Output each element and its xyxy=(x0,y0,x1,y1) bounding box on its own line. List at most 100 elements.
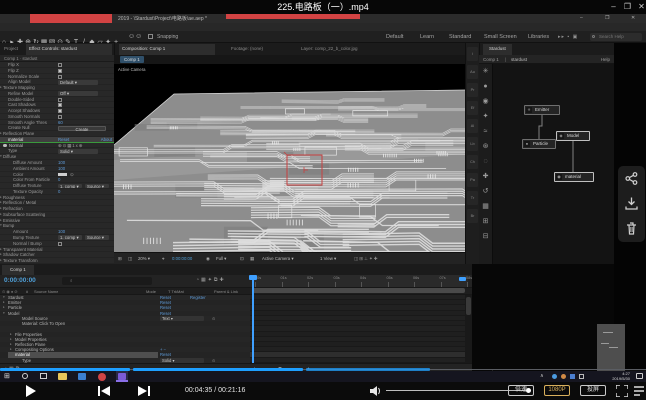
workspace-standard[interactable]: Standard xyxy=(449,31,471,43)
checkbox-unchecked[interactable] xyxy=(58,75,62,79)
workspace-extra-icons[interactable]: ▸▸ ▪ ▣ xyxy=(558,31,578,43)
checkbox-unchecked[interactable] xyxy=(58,98,62,102)
resolution-dropdown[interactable]: Full ▾ xyxy=(216,253,226,264)
maximize-button[interactable]: ❐ xyxy=(622,2,633,12)
delete-icon[interactable] xyxy=(618,216,645,241)
close-button[interactable]: ✕ xyxy=(636,2,646,12)
tab-effect-controls[interactable]: Effect Controls: stardust xyxy=(26,44,112,55)
task-view-icon[interactable] xyxy=(40,373,47,379)
cast-button[interactable]: 投屏 xyxy=(580,385,606,396)
collapsed-panel-tab[interactable]: Lb xyxy=(467,137,478,151)
parent-pickwhip-icon[interactable]: ⊙ xyxy=(212,316,216,321)
view-layout-dropdown[interactable]: 1 View ▾ xyxy=(320,253,336,264)
collapsed-panel-tab[interactable]: Au xyxy=(467,65,478,79)
timeline-ruler[interactable]: :00s01s02s03s04s05s06s07s08s xyxy=(252,275,468,287)
tab-project[interactable]: Project xyxy=(4,45,18,53)
checkbox-unchecked[interactable] xyxy=(58,63,62,67)
comp-subtab[interactable]: Comp 1 xyxy=(120,56,144,63)
volume-slider[interactable] xyxy=(386,390,528,391)
playhead[interactable] xyxy=(252,275,254,363)
workspace-small-screen[interactable]: Small Screen xyxy=(484,31,517,43)
row-dropdown[interactable]: Text ▾ xyxy=(160,316,204,321)
timeline-scrollbar[interactable] xyxy=(465,295,472,363)
ae-restore-button[interactable]: ❐ xyxy=(605,15,609,22)
channel-icon[interactable]: ▦ xyxy=(250,253,254,264)
effect-row-texture-transform[interactable]: ▸Texture Transform xyxy=(0,258,114,264)
volume-icon[interactable] xyxy=(370,386,381,396)
collapsed-panel-tab[interactable]: Ch xyxy=(467,155,478,169)
tab-footage[interactable]: Footage: (none) xyxy=(231,45,263,53)
workspace-default[interactable]: Default xyxy=(386,31,403,43)
tab-composition[interactable]: Composition: Comp 1 xyxy=(119,44,215,55)
camera-snapshot-icon[interactable]: ◉ xyxy=(206,253,210,264)
stardust-node-graph[interactable]: ✳●◉✦≈⊛◌✚↺▦⊞⊟ ✳Emitter●Particle◈Model◉mat… xyxy=(479,64,614,264)
node-emitter[interactable]: ✳Emitter xyxy=(524,105,560,115)
texture-layer-dropdown[interactable]: 1. comp ▾ xyxy=(58,235,82,240)
snapshot-icon[interactable]: ◫ xyxy=(128,253,132,264)
ae-close-button[interactable]: ✕ xyxy=(631,15,635,22)
download-icon[interactable] xyxy=(618,191,645,216)
tray-icon-1[interactable] xyxy=(552,374,557,379)
dropdown[interactable]: Solid ▾ xyxy=(58,149,98,154)
row-dropdown[interactable]: Solid ▾ xyxy=(160,358,204,363)
texture-source-dropdown[interactable]: Source ▾ xyxy=(85,235,109,240)
snapping-checkbox[interactable] xyxy=(148,34,153,39)
timeline-tab[interactable]: Comp 1 xyxy=(2,265,34,275)
checkbox-unchecked[interactable] xyxy=(58,115,62,119)
collapsed-panel-tab[interactable]: Al xyxy=(467,119,478,133)
tray-volume-icon[interactable] xyxy=(579,374,584,379)
previous-button[interactable] xyxy=(98,386,110,396)
fullscreen-icon[interactable] xyxy=(616,385,628,397)
collapsed-panel-tab[interactable]: Br xyxy=(467,209,478,223)
timeline-timecode[interactable]: 0:00:00:00 xyxy=(4,276,36,286)
workspace-learn[interactable]: Learn xyxy=(420,31,434,43)
tray-icon-2[interactable] xyxy=(561,374,566,379)
workspace-libraries[interactable]: Libraries xyxy=(528,31,549,43)
dropdown[interactable]: Off ▾ xyxy=(58,91,98,96)
reset-link[interactable]: Reset xyxy=(160,311,171,316)
blue-app-icon[interactable] xyxy=(78,373,86,380)
node-particle[interactable]: ●Particle xyxy=(522,139,556,149)
composition-viewport[interactable]: Active Camera xyxy=(114,64,465,252)
start-button-icon[interactable]: ⊞ xyxy=(4,372,10,381)
help-search-input[interactable]: Search Help xyxy=(590,33,642,41)
timeline-option-icons[interactable]: ◔▦✦⧉✚ xyxy=(196,277,226,283)
ae-minimize-button[interactable]: – xyxy=(580,15,583,22)
twirl-closed-icon[interactable]: ▸ xyxy=(0,258,2,264)
zoom-level-dropdown[interactable]: 20% ▾ xyxy=(138,253,150,264)
red-app-icon[interactable] xyxy=(98,373,106,381)
color-swatch[interactable] xyxy=(58,173,67,177)
active-app-highlight[interactable] xyxy=(116,371,128,382)
register-link[interactable]: Register xyxy=(190,295,206,300)
parent-pickwhip-icon[interactable]: ⊙ xyxy=(212,358,216,363)
quality-button[interactable]: 1080P xyxy=(544,385,570,396)
timeline-search-input[interactable]: ⌕ xyxy=(62,277,152,285)
collapsed-panel-tab[interactable]: Pr xyxy=(467,83,478,97)
search-icon[interactable] xyxy=(22,373,28,379)
playhead-handle[interactable] xyxy=(249,275,257,280)
dropdown[interactable]: Default ▾ xyxy=(58,80,98,85)
collapsed-panel-tab[interactable]: Pa xyxy=(467,173,478,187)
viewport-timecode[interactable]: 0:00:00:00 xyxy=(172,253,192,264)
collapsed-panel-tab[interactable]: Tr xyxy=(467,191,478,205)
viewport-extra-icons[interactable]: ◫ ⊞ ⊥ ✦ ✚ xyxy=(354,253,377,264)
transparency-grid-icon[interactable]: ⊡ xyxy=(240,253,244,264)
next-button[interactable] xyxy=(138,386,150,396)
align-tools-icons[interactable]: ☺☺ xyxy=(128,31,142,43)
minimize-button[interactable]: – xyxy=(608,2,619,12)
share-icon[interactable] xyxy=(618,166,645,191)
work-area-end-handle[interactable] xyxy=(459,277,466,281)
checkbox-checked[interactable] xyxy=(58,103,62,107)
grid-options-icon[interactable]: ⊞ xyxy=(118,253,122,264)
checkbox-checked[interactable] xyxy=(58,69,62,73)
node-model[interactable]: ◈Model xyxy=(556,131,590,141)
speed-button[interactable]: 倍速 xyxy=(508,385,534,396)
checkbox-unchecked[interactable] xyxy=(58,242,62,246)
tray-chevron-icon[interactable]: ∧ xyxy=(540,373,544,379)
playlist-icon[interactable] xyxy=(634,386,644,396)
work-area-bar[interactable] xyxy=(252,288,465,293)
play-button[interactable] xyxy=(26,385,36,397)
tab-layer[interactable]: Layer: comp_22_b_color.jpg xyxy=(301,45,421,53)
collapsed-panel-tab[interactable]: Ef xyxy=(467,101,478,115)
seek-bar[interactable] xyxy=(0,368,646,372)
